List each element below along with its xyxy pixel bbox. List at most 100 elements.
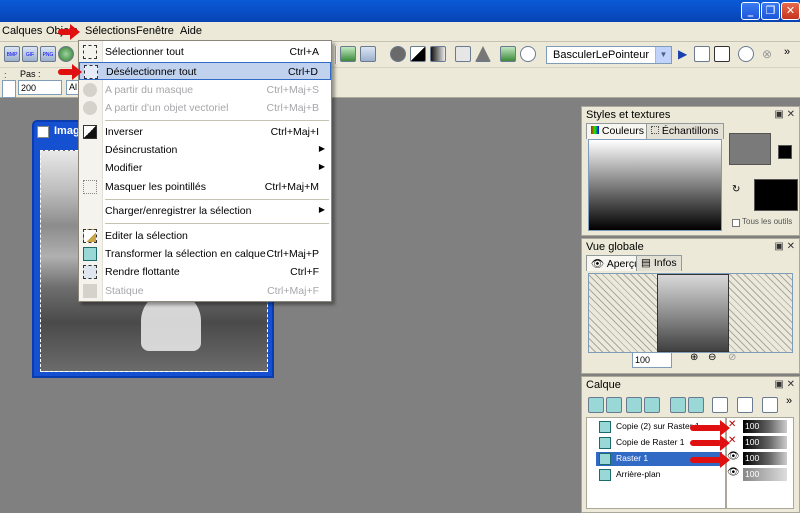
panel-controls-icon[interactable]: ▣ ✕: [774, 379, 795, 390]
menu-calques[interactable]: Calques: [2, 25, 42, 37]
overflow-icon[interactable]: »: [784, 46, 790, 58]
menu-item-label: Sélectionner tout: [105, 46, 184, 58]
eye-icon[interactable]: 👁: [727, 467, 740, 478]
annotation-arrow-layer-1: [690, 420, 730, 436]
defloat-icon: [83, 284, 97, 298]
menu-item-defloat[interactable]: Statique Ctrl+Maj+F: [79, 282, 331, 300]
overflow-icon[interactable]: »: [786, 395, 792, 407]
zoom-out-icon[interactable]: ⊖: [708, 352, 716, 363]
layer-row[interactable]: Arrière-plan: [596, 468, 722, 482]
menu-item-shortcut: Ctrl+Maj+I: [270, 126, 319, 138]
menu-item-from-vector[interactable]: A partir d'un objet vectoriel Ctrl+Maj+B: [79, 99, 331, 117]
menu-item-label: Désincrustation: [105, 144, 178, 156]
zoom-field[interactable]: 100: [632, 352, 672, 368]
image-icon[interactable]: [500, 46, 516, 62]
menu-item-float[interactable]: Rendre flottante Ctrl+F: [79, 263, 331, 281]
bitmap-bmp-icon[interactable]: BMP: [4, 46, 20, 62]
tool-icon-1[interactable]: [340, 46, 356, 62]
foreground-color[interactable]: [729, 133, 771, 165]
submenu-arrow-icon: ▶: [318, 162, 325, 171]
menu-item-desincrustation[interactable]: Désincrustation ▶: [79, 141, 331, 159]
layer-opacity[interactable]: 100: [743, 420, 787, 433]
menu-item-from-mask[interactable]: A partir du masque Ctrl+Maj+S: [79, 81, 331, 99]
bitmap-gif-icon[interactable]: GIF: [22, 46, 38, 62]
menu-item-promote-to-layer[interactable]: Transformer la sélection en calque Ctrl+…: [79, 245, 331, 263]
opacity-value: 100: [745, 421, 760, 431]
merge-layer-icon[interactable]: [688, 397, 704, 413]
menu-item-modifier[interactable]: Modifier ▶: [79, 159, 331, 177]
delete-layer-icon[interactable]: [712, 397, 728, 413]
stop-icon[interactable]: [738, 46, 754, 62]
new-group-icon[interactable]: [606, 397, 622, 413]
visibility-toggle-icon[interactable]: [762, 397, 778, 413]
duplicate-layer-icon[interactable]: [644, 397, 660, 413]
new-layer-icon[interactable]: [588, 397, 604, 413]
pointer-combo[interactable]: BasculerLePointeur ▼: [546, 46, 672, 64]
tab-label: Échantillons: [661, 125, 719, 137]
selections-menu: Sélectionner tout Ctrl+A Désélectionner …: [78, 40, 332, 302]
all-tools-label: Tous les outils: [742, 217, 793, 226]
menu-item-invert[interactable]: Inverser Ctrl+Maj+I: [79, 123, 331, 141]
globe-icon[interactable]: [58, 46, 74, 62]
play-icon[interactable]: ▶: [678, 47, 687, 61]
menu-item-shortcut: Ctrl+Maj+M: [264, 181, 319, 193]
zoom-reset-icon[interactable]: ⊘: [728, 352, 736, 363]
menu-fenetre[interactable]: Fenêtre: [136, 25, 174, 37]
opacity-value: 100: [745, 437, 760, 447]
minimize-button[interactable]: _: [741, 2, 760, 20]
contrast-icon[interactable]: [410, 46, 426, 62]
small-spinner[interactable]: [2, 80, 16, 98]
layer-opacity[interactable]: 100: [743, 452, 787, 465]
tab-couleurs[interactable]: Couleurs: [586, 123, 649, 139]
color-picker-gradient[interactable]: [588, 139, 722, 231]
zoom-value: 100: [635, 355, 651, 365]
info-icon: ▤: [641, 257, 651, 269]
annotation-arrow-layer-2: [690, 435, 730, 451]
menu-item-load-save-selection[interactable]: Charger/enregistrer la sélection ▶: [79, 202, 331, 220]
promote-layer-icon: [83, 247, 97, 261]
size-value: 200: [21, 83, 37, 93]
from-vector-icon: [83, 101, 97, 115]
zoom-in-icon[interactable]: ⊕: [690, 352, 698, 363]
overview-navigator[interactable]: [588, 273, 793, 353]
mode-value: Al: [69, 82, 78, 92]
all-tools-checkbox[interactable]: [732, 219, 740, 227]
layer-opacity[interactable]: 100: [743, 468, 787, 481]
new-mask-icon[interactable]: [626, 397, 642, 413]
maximize-button[interactable]: ❐: [761, 2, 780, 20]
settings-icon[interactable]: [520, 46, 536, 62]
cancel-icon[interactable]: ⊗: [762, 47, 772, 61]
menu-item-select-all[interactable]: Sélectionner tout Ctrl+A: [79, 43, 331, 61]
layer-name: Copie de Raster 1: [616, 437, 685, 447]
shape-icon[interactable]: [390, 46, 406, 62]
menu-item-label: A partir du masque: [105, 84, 194, 96]
layer-opacity[interactable]: 100: [743, 436, 787, 449]
panel-controls-icon[interactable]: ▣ ✕: [774, 109, 795, 120]
close-button[interactable]: ✕: [781, 2, 800, 20]
menu-bar: Calques Objets Sélections Fenêtre Aide: [0, 22, 800, 42]
layer-name: Raster 1: [616, 453, 649, 463]
background-color[interactable]: [754, 179, 798, 211]
gradient-icon[interactable]: [430, 46, 446, 62]
link-layer-icon[interactable]: [670, 397, 686, 413]
tab-infos[interactable]: ▤ Infos: [636, 255, 682, 271]
tab-echantillons[interactable]: Échantillons: [646, 123, 724, 139]
menu-item-deselect-all[interactable]: Désélectionner tout Ctrl+D: [79, 62, 331, 80]
menu-selections[interactable]: Sélections: [85, 25, 136, 37]
histogram-icon[interactable]: [455, 46, 471, 62]
menu-item-edit-selection[interactable]: Editer la sélection: [79, 227, 331, 245]
layer-properties-icon[interactable]: [737, 397, 753, 413]
layers-panel-title: Calque: [586, 379, 621, 391]
script-icon[interactable]: [694, 46, 710, 62]
overview-thumbnail[interactable]: [657, 274, 729, 352]
tool-icon-2[interactable]: [360, 46, 376, 62]
swap-colors-icon[interactable]: ↻: [732, 184, 740, 195]
bitmap-png-icon[interactable]: PNG: [40, 46, 56, 62]
panel-controls-icon[interactable]: ▣ ✕: [774, 241, 795, 252]
color-swatch-small[interactable]: [778, 145, 792, 159]
size-field[interactable]: 200: [18, 80, 62, 95]
menu-item-hide-marquee[interactable]: Masquer les pointillés Ctrl+Maj+M: [79, 178, 331, 196]
edit-script-icon[interactable]: [714, 46, 730, 62]
triangle-icon[interactable]: [475, 46, 491, 62]
menu-aide[interactable]: Aide: [180, 25, 202, 37]
